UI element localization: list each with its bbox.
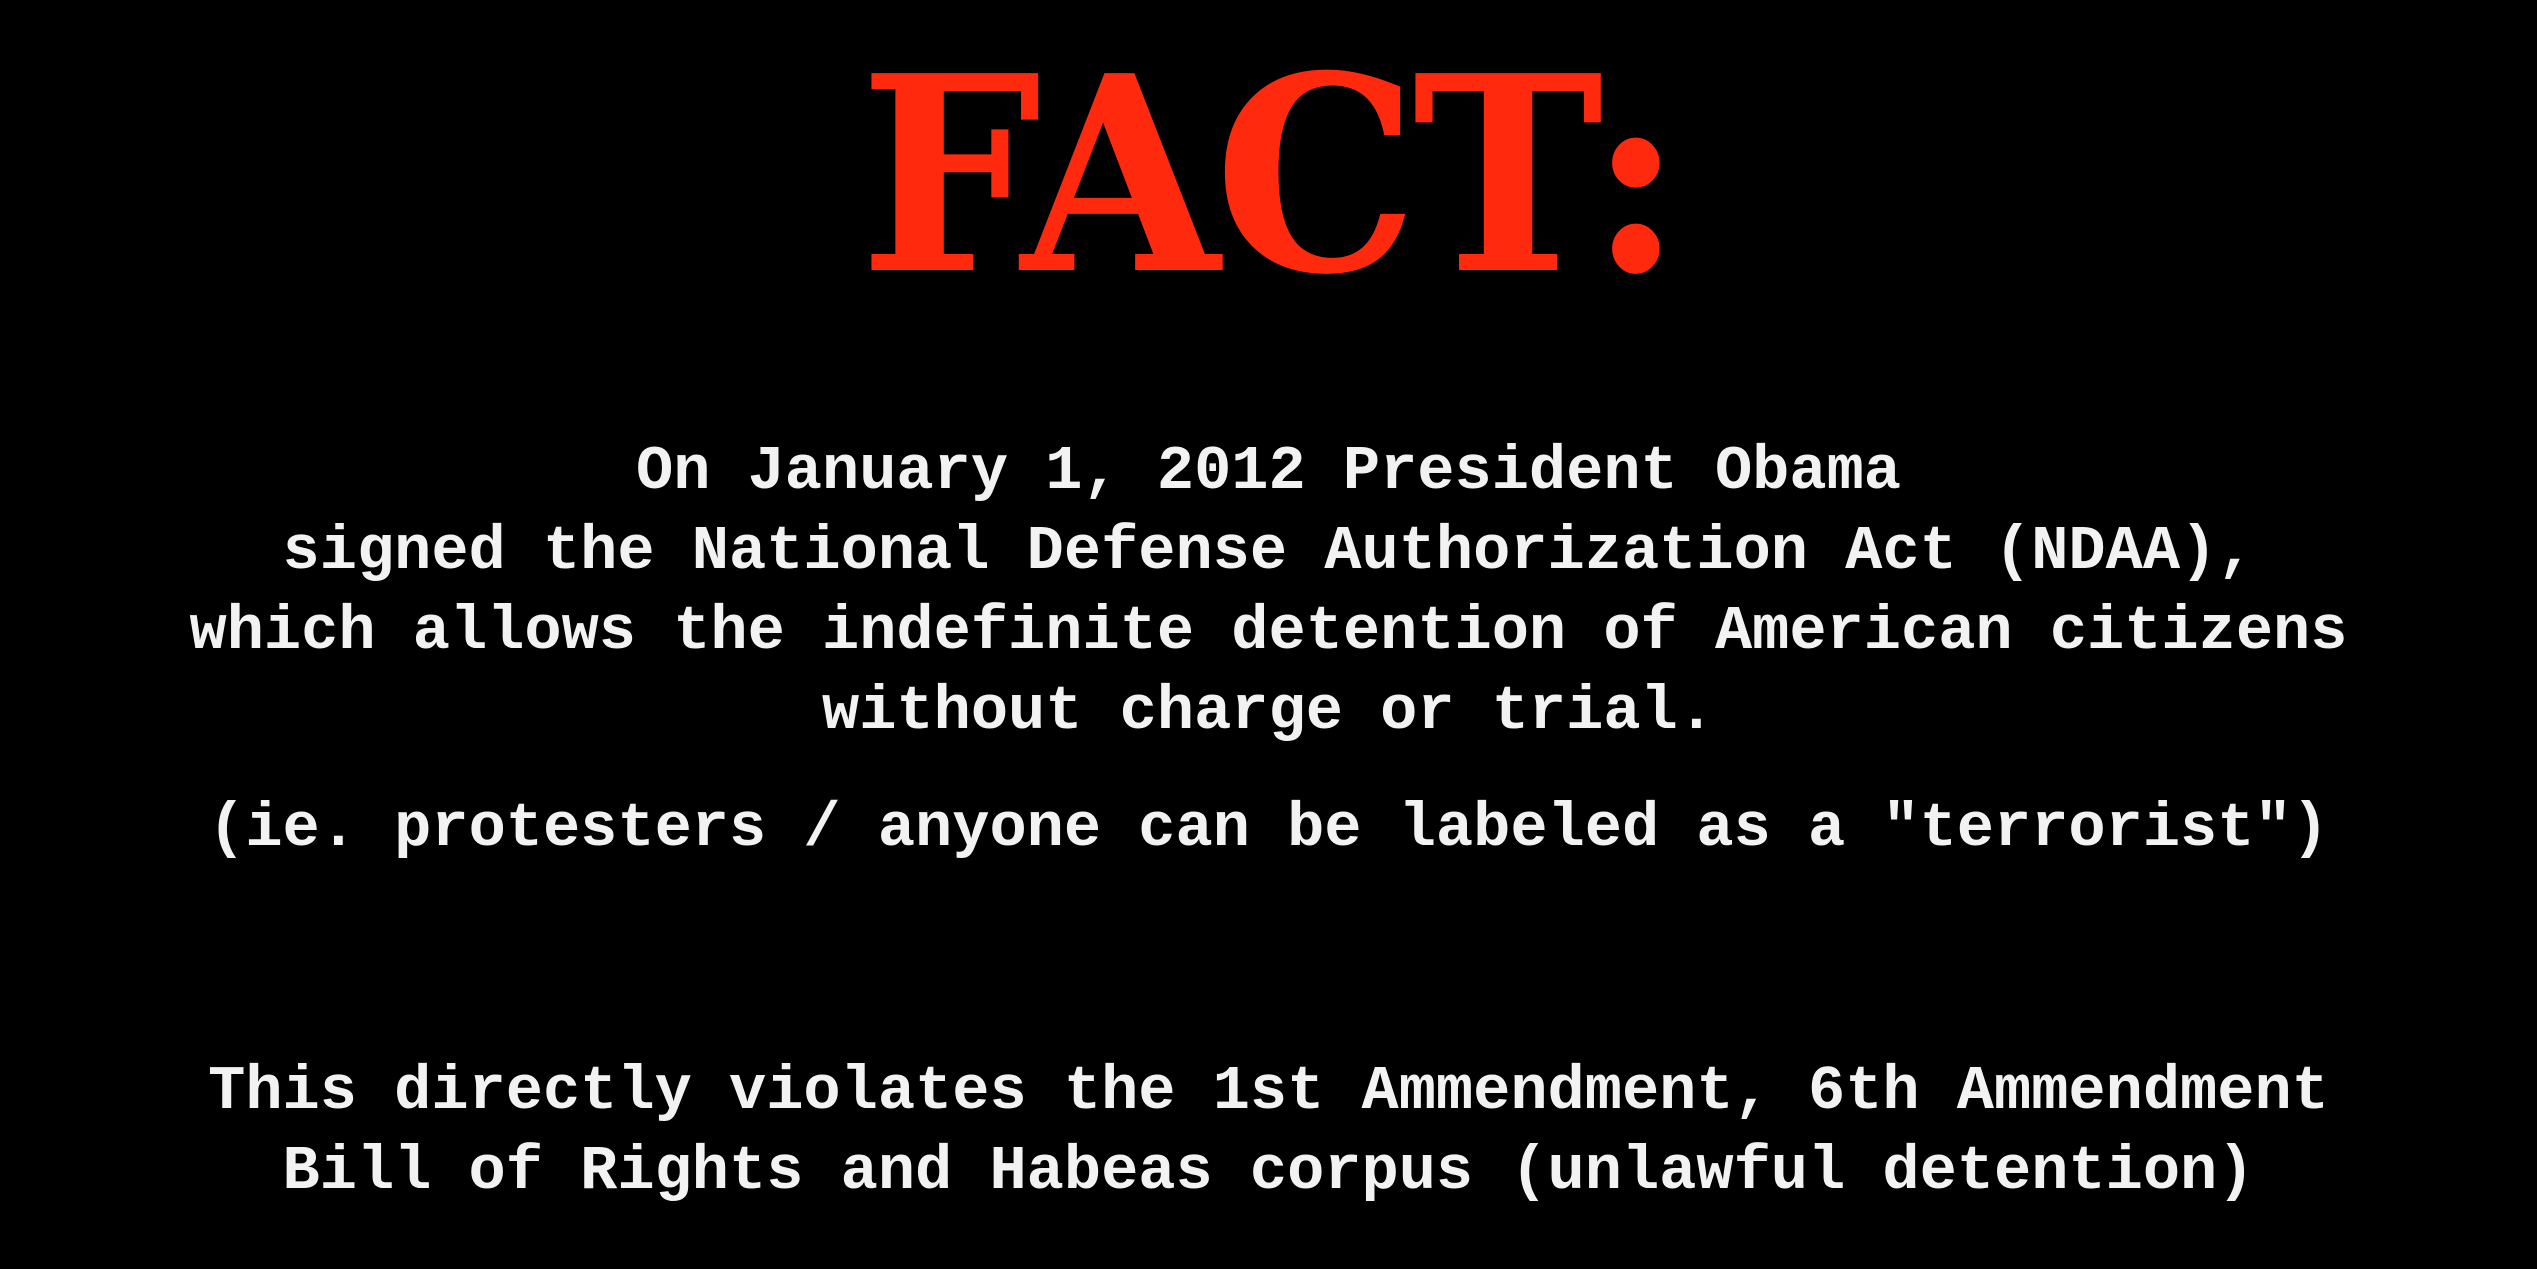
headline-fact: FACT: bbox=[859, 16, 1683, 334]
violation-line: This directly violates the 1st Ammendmen… bbox=[208, 1056, 2329, 1127]
statement-line: signed the National Defense Authorizatio… bbox=[282, 516, 2255, 587]
violation-line: Bill of Rights and Habeas corpus (unlawf… bbox=[282, 1136, 2255, 1207]
note-line: (ie. protesters / anyone can be labeled … bbox=[208, 793, 2329, 864]
statement-block: On January 1, 2012 President Obama signe… bbox=[0, 432, 2537, 752]
statement-line: without charge or trial. bbox=[822, 676, 1715, 747]
violation-block: This directly violates the 1st Ammendmen… bbox=[0, 1052, 2537, 1212]
statement-line: which allows the indefinite detention of… bbox=[189, 596, 2348, 667]
note-block: (ie. protesters / anyone can be labeled … bbox=[0, 789, 2537, 869]
slide: { "slide": { "headline": "FACT:", "headl… bbox=[0, 0, 2537, 1269]
statement-line: On January 1, 2012 President Obama bbox=[635, 436, 1901, 507]
